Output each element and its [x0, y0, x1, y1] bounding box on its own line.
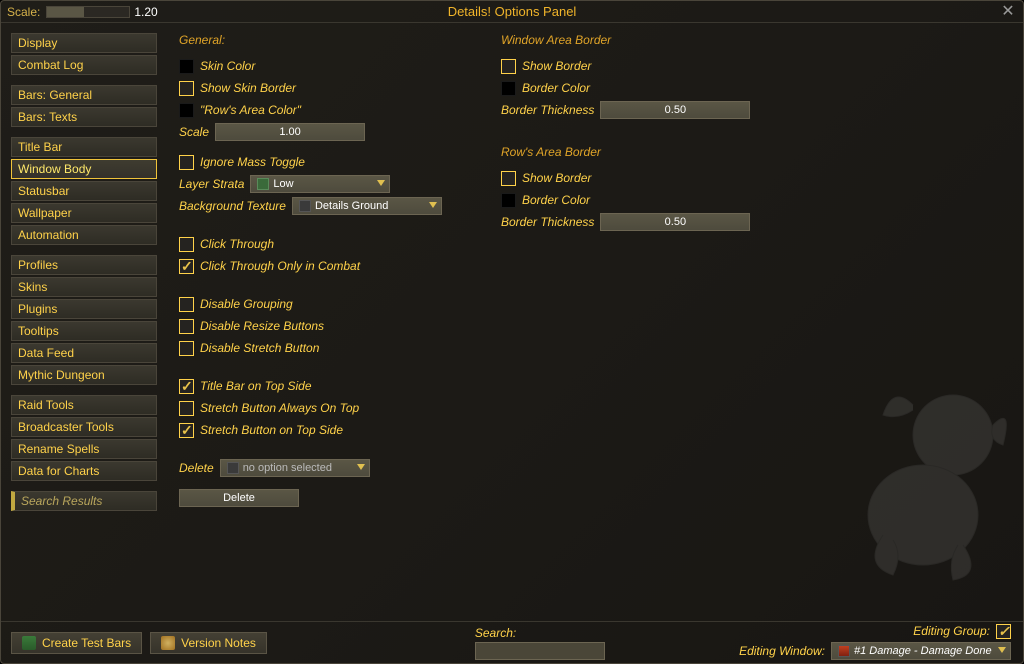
sidebar-item-bars-texts[interactable]: Bars: Texts: [11, 107, 157, 127]
editing-window-dropdown[interactable]: #1 Damage - Damage Done: [831, 642, 1011, 660]
titlebar-scale-value: 1.20: [134, 5, 157, 19]
version-notes-button[interactable]: Version Notes: [150, 632, 267, 654]
delete-dropdown[interactable]: no option selected: [220, 459, 370, 477]
stretch-always-top-checkbox[interactable]: [179, 401, 194, 416]
bars-icon: [22, 636, 36, 650]
skin-color-swatch[interactable]: [179, 59, 194, 74]
section-title-rows-area: Row's Area Border: [501, 145, 821, 159]
search-input[interactable]: [475, 642, 605, 660]
click-through-combat-label: Click Through Only in Combat: [200, 259, 360, 273]
scroll-icon: [161, 636, 175, 650]
disable-grouping-checkbox[interactable]: [179, 297, 194, 312]
bg-texture-label: Background Texture: [179, 199, 286, 213]
chevron-down-icon: [998, 647, 1006, 653]
options-window: Scale: 1.20 Details! Options Panel ✕ Dis…: [0, 0, 1024, 664]
sword-icon: [838, 645, 850, 657]
delete-label: Delete: [179, 461, 214, 475]
title-bar-top-checkbox[interactable]: [179, 379, 194, 394]
ra-thickness-input[interactable]: 0.50: [600, 213, 750, 231]
disable-grouping-label: Disable Grouping: [200, 297, 293, 311]
search-label: Search:: [475, 626, 605, 640]
layer-strata-dropdown[interactable]: Low: [250, 175, 390, 193]
sidebar-item-mythic-dungeon[interactable]: Mythic Dungeon: [11, 365, 157, 385]
delete-button[interactable]: Delete: [179, 489, 299, 507]
disable-stretch-checkbox[interactable]: [179, 341, 194, 356]
titlebar-scale-slider[interactable]: [46, 6, 130, 18]
section-title-general: General:: [179, 33, 499, 47]
disable-stretch-label: Disable Stretch Button: [200, 341, 319, 355]
wa-show-border-label: Show Border: [522, 59, 591, 73]
sidebar-item-skins[interactable]: Skins: [11, 277, 157, 297]
ignore-mass-toggle-checkbox[interactable]: [179, 155, 194, 170]
sidebar-item-automation[interactable]: Automation: [11, 225, 157, 245]
sidebar-item-broadcaster-tools[interactable]: Broadcaster Tools: [11, 417, 157, 437]
footer: Create Test Bars Version Notes Search: E…: [1, 621, 1023, 663]
sidebar: DisplayCombat Log Bars: GeneralBars: Text…: [1, 23, 165, 623]
scale-input[interactable]: 1.00: [215, 123, 365, 141]
disable-resize-label: Disable Resize Buttons: [200, 319, 324, 333]
wa-thickness-label: Border Thickness: [501, 103, 594, 117]
sidebar-item-display[interactable]: Display: [11, 33, 157, 53]
editing-window-label: Editing Window:: [739, 644, 825, 658]
sidebar-item-wallpaper[interactable]: Wallpaper: [11, 203, 157, 223]
wa-thickness-input[interactable]: 0.50: [600, 101, 750, 119]
ignore-mass-toggle-label: Ignore Mass Toggle: [200, 155, 305, 169]
ra-border-color-swatch[interactable]: [501, 193, 516, 208]
chevron-down-icon: [357, 464, 365, 470]
titlebar-scale-label: Scale:: [7, 5, 40, 19]
page-icon: [227, 462, 239, 474]
disable-resize-checkbox[interactable]: [179, 319, 194, 334]
close-icon[interactable]: ✕: [999, 3, 1017, 21]
sidebar-item-window-body[interactable]: Window Body: [11, 159, 157, 179]
wa-show-border-checkbox[interactable]: [501, 59, 516, 74]
chevron-down-icon: [429, 202, 437, 208]
ra-show-border-label: Show Border: [522, 171, 591, 185]
rows-area-color-swatch[interactable]: [179, 103, 194, 118]
sidebar-item-data-feed[interactable]: Data Feed: [11, 343, 157, 363]
sidebar-item-plugins[interactable]: Plugins: [11, 299, 157, 319]
stretch-always-top-label: Stretch Button Always On Top: [200, 401, 359, 415]
sidebar-item-raid-tools[interactable]: Raid Tools: [11, 395, 157, 415]
chevron-down-icon: [377, 180, 385, 186]
sidebar-item-data-for-charts[interactable]: Data for Charts: [11, 461, 157, 481]
sidebar-item-title-bar[interactable]: Title Bar: [11, 137, 157, 157]
ra-show-border-checkbox[interactable]: [501, 171, 516, 186]
content-area: General: Skin Color Show Skin Border "Ro…: [165, 23, 1023, 623]
star-icon: [257, 178, 269, 190]
ra-border-color-label: Border Color: [522, 193, 590, 207]
ra-thickness-label: Border Thickness: [501, 215, 594, 229]
texture-icon: [299, 200, 311, 212]
create-test-bars-button[interactable]: Create Test Bars: [11, 632, 142, 654]
rows-area-color-label: "Row's Area Color": [200, 103, 301, 117]
lion-decoration: [823, 365, 1023, 585]
sidebar-item-bars-general[interactable]: Bars: General: [11, 85, 157, 105]
wa-border-color-label: Border Color: [522, 81, 590, 95]
click-through-checkbox[interactable]: [179, 237, 194, 252]
titlebar: Scale: 1.20 Details! Options Panel ✕: [1, 1, 1023, 23]
sidebar-item-rename-spells[interactable]: Rename Spells: [11, 439, 157, 459]
click-through-label: Click Through: [200, 237, 274, 251]
bg-texture-dropdown[interactable]: Details Ground: [292, 197, 442, 215]
skin-color-label: Skin Color: [200, 59, 255, 73]
title-bar-top-label: Title Bar on Top Side: [200, 379, 312, 393]
editing-group-checkbox[interactable]: [996, 624, 1011, 639]
stretch-top-side-checkbox[interactable]: [179, 423, 194, 438]
sidebar-item-combat-log[interactable]: Combat Log: [11, 55, 157, 75]
click-through-combat-checkbox[interactable]: [179, 259, 194, 274]
column-left: General: Skin Color Show Skin Border "Ro…: [179, 33, 499, 623]
section-title-window-area: Window Area Border: [501, 33, 821, 47]
sidebar-item-tooltips[interactable]: Tooltips: [11, 321, 157, 341]
layer-strata-label: Layer Strata: [179, 177, 244, 191]
show-skin-border-label: Show Skin Border: [200, 81, 296, 95]
column-right: Window Area Border Show Border Border Co…: [501, 33, 821, 623]
stretch-top-side-label: Stretch Button on Top Side: [200, 423, 343, 437]
editing-group-label: Editing Group:: [913, 624, 990, 638]
scale-label: Scale: [179, 125, 209, 139]
sidebar-item-search-results[interactable]: Search Results: [11, 491, 157, 511]
show-skin-border-checkbox[interactable]: [179, 81, 194, 96]
sidebar-item-profiles[interactable]: Profiles: [11, 255, 157, 275]
sidebar-item-statusbar[interactable]: Statusbar: [11, 181, 157, 201]
wa-border-color-swatch[interactable]: [501, 81, 516, 96]
